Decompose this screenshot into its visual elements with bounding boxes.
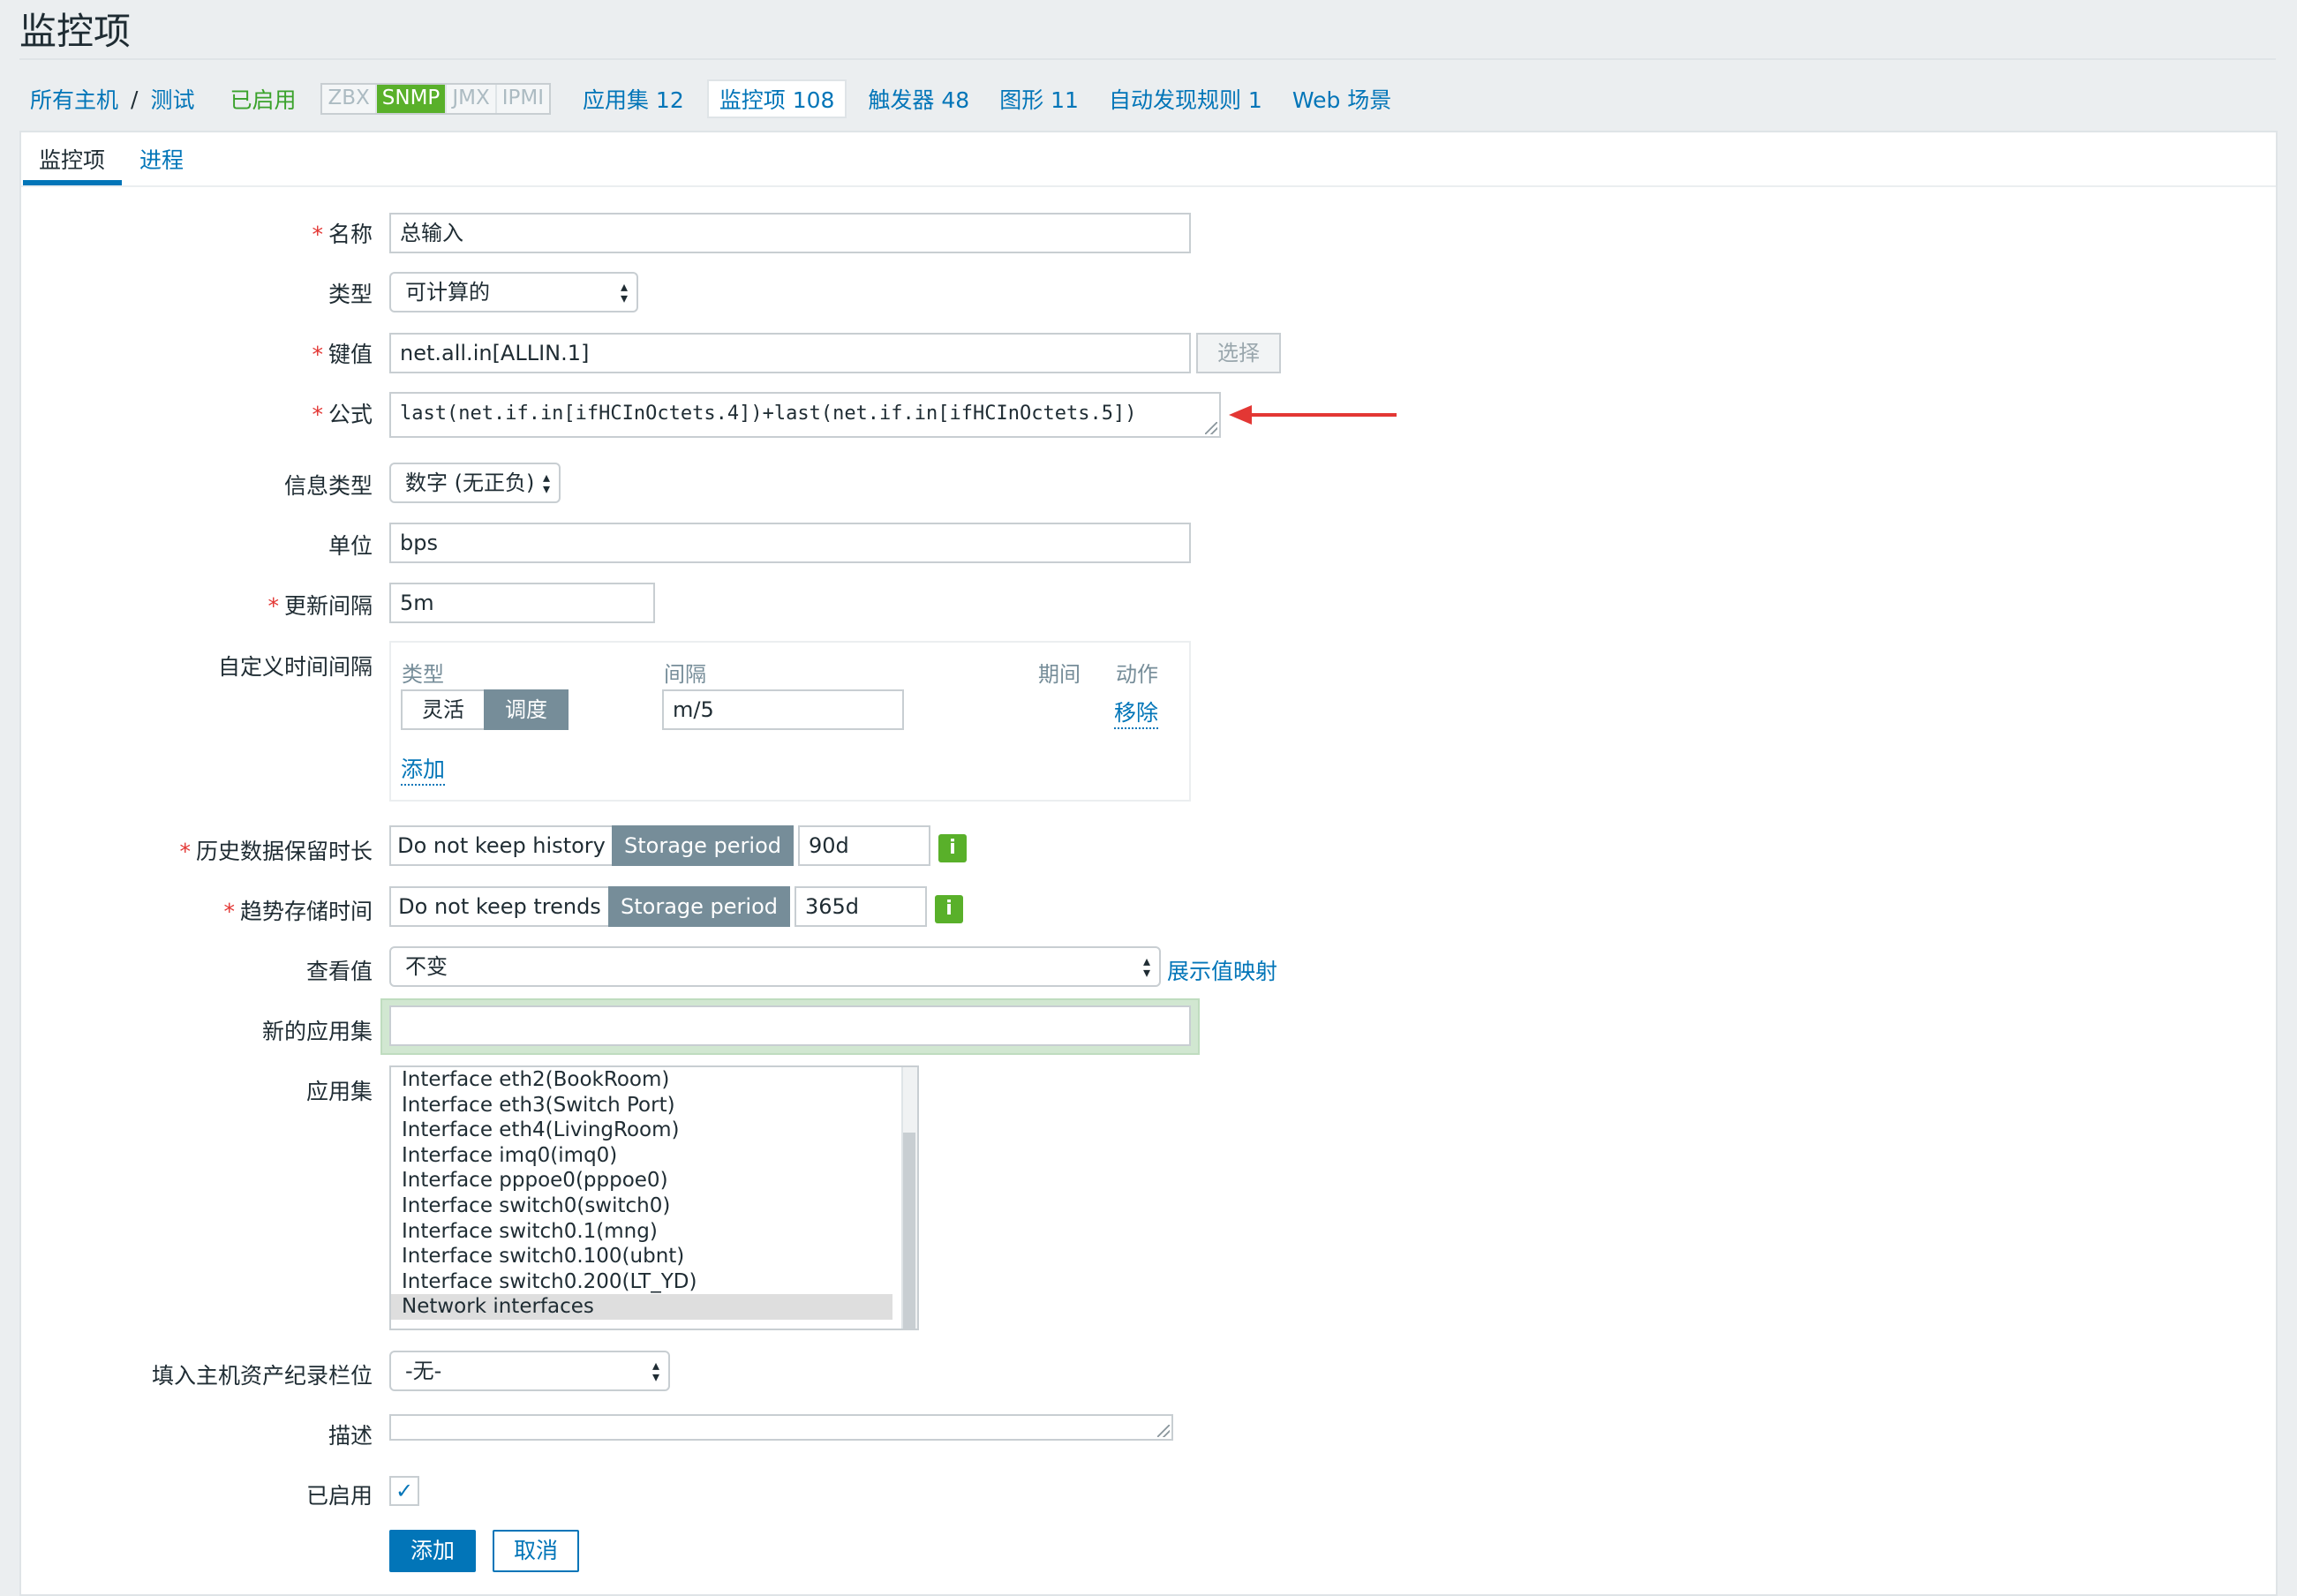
select-arrows-icon: ▴ ▾ (651, 1357, 659, 1385)
history-do-not-keep-toggle[interactable]: Do not keep history (389, 825, 614, 866)
list-item[interactable]: Interface switch0.1(mng) (391, 1219, 892, 1245)
action-header: 动作 (1116, 662, 1158, 687)
select-arrows-icon: ▴ ▾ (1142, 952, 1150, 981)
host-link[interactable]: 测试 (150, 83, 194, 115)
inventory-label: 填入主机资产纪录栏位 (151, 1363, 373, 1389)
value-mapping-link[interactable]: 展示值映射 (1167, 954, 1277, 986)
value-type-select[interactable]: 数字 (无正负) ▴ ▾ (389, 463, 561, 503)
interval-type-header: 类型 (402, 662, 444, 687)
custom-intervals-label: 自定义时间间隔 (217, 654, 373, 680)
zbx-status-badge: ZBX (322, 85, 377, 113)
items-nav-link[interactable]: 监控项 108 (706, 79, 847, 118)
checkmark-icon: ✓ (395, 1479, 414, 1503)
cancel-button[interactable]: 取消 (493, 1530, 579, 1572)
snmp-status-badge: SNMP (376, 85, 448, 113)
tab-preprocessing[interactable]: 进程 (139, 143, 184, 175)
trends-do-not-keep-toggle[interactable]: Do not keep trends (389, 886, 610, 927)
applications-label: 应用集 (305, 1079, 373, 1104)
name-label: * 名称 (312, 222, 373, 247)
trends-period-input[interactable]: 365d (795, 886, 927, 927)
graphs-nav-link[interactable]: 图形 11 (999, 83, 1079, 115)
interval-header: 间隔 (664, 662, 706, 687)
list-item[interactable]: Interface eth4(LivingRoom) (391, 1118, 892, 1143)
page-title: 监控项 (19, 10, 132, 53)
value-type-label: 信息类型 (283, 473, 373, 499)
type-label: 类型 (328, 282, 373, 307)
resize-handle-icon[interactable] (1205, 422, 1217, 434)
host-status-link[interactable]: 已启用 (230, 83, 296, 115)
history-info-icon[interactable]: i (938, 834, 967, 862)
new-application-label: 新的应用集 (261, 1019, 373, 1044)
update-interval-label: * 更新间隔 (267, 593, 373, 619)
select-key-button[interactable]: 选择 (1196, 333, 1281, 373)
scrollbar-thumb[interactable] (903, 1133, 915, 1329)
period-header: 期间 (1038, 662, 1081, 687)
add-interval-link[interactable]: 添加 (401, 752, 446, 786)
description-textarea[interactable] (389, 1414, 1173, 1441)
inventory-select[interactable]: -无- ▴ ▾ (389, 1351, 670, 1391)
history-storage-period-toggle[interactable]: Storage period (612, 825, 794, 866)
key-label: * 键值 (312, 342, 373, 367)
form-tabs: 监控项 进程 (21, 132, 2276, 187)
trends-info-icon[interactable]: i (935, 895, 963, 923)
name-input[interactable]: 总输入 (389, 213, 1191, 253)
web-scenarios-nav-link[interactable]: Web 场景 (1292, 83, 1391, 115)
all-hosts-link[interactable]: 所有主机 (30, 83, 118, 115)
enabled-label: 已启用 (305, 1483, 373, 1509)
units-label: 单位 (328, 533, 373, 559)
resize-handle-icon[interactable] (1157, 1425, 1170, 1437)
list-item[interactable]: Interface eth2(BookRoom) (391, 1067, 892, 1093)
formula-label: * 公式 (312, 402, 373, 427)
list-item[interactable]: Interface switch0.200(LT_YD) (391, 1269, 892, 1295)
select-arrows-icon: ▴ ▾ (542, 469, 550, 497)
active-tab-indicator (23, 180, 122, 185)
new-application-input[interactable] (389, 1005, 1191, 1046)
key-input[interactable]: net.all.in[ALLIN.1] (389, 333, 1191, 373)
remove-interval-link[interactable]: 移除 (1114, 696, 1159, 729)
interval-type-flexible-toggle[interactable]: 灵活 (401, 689, 486, 730)
add-button[interactable]: 添加 (389, 1530, 476, 1572)
discovery-rules-nav-link[interactable]: 自动发现规则 1 (1109, 83, 1262, 115)
history-period-input[interactable]: 90d (798, 825, 930, 866)
trends-label: * 趋势存储时间 (223, 899, 373, 924)
host-breadcrumb: 所有主机 / 测试 已启用 ZBX SNMP JMX IPMI 应用集 12 监… (30, 79, 1391, 118)
breadcrumb-separator: / (131, 86, 139, 112)
triggers-nav-link[interactable]: 触发器 48 (868, 83, 969, 115)
list-item[interactable]: Interface eth3(Switch Port) (391, 1093, 892, 1118)
enabled-checkbox[interactable]: ✓ (389, 1476, 419, 1506)
history-label: * 历史数据保留时长 (179, 839, 373, 864)
show-value-label: 查看值 (305, 959, 373, 984)
show-value-select[interactable]: 不变 ▴ ▾ (389, 946, 1161, 987)
ipmi-status-badge: IPMI (496, 85, 549, 113)
units-input[interactable]: bps (389, 523, 1191, 563)
trends-storage-period-toggle[interactable]: Storage period (608, 886, 790, 927)
listbox-scrollbar[interactable] (901, 1067, 917, 1329)
title-divider (19, 58, 2276, 60)
description-label: 描述 (328, 1423, 373, 1449)
list-item[interactable]: Interface switch0(switch0) (391, 1193, 892, 1219)
list-item-selected[interactable]: Network interfaces (391, 1294, 892, 1320)
applications-nav-link[interactable]: 应用集 12 (583, 83, 684, 115)
select-arrows-icon: ▴ ▾ (620, 278, 628, 306)
interval-type-scheduling-toggle[interactable]: 调度 (484, 689, 569, 730)
list-item[interactable]: Interface imq0(imq0) (391, 1143, 892, 1169)
type-select[interactable]: 可计算的 ▴ ▾ (389, 272, 638, 312)
list-item[interactable]: Interface switch0.100(ubnt) (391, 1244, 892, 1269)
custom-interval-input[interactable]: m/5 (662, 689, 904, 730)
applications-listbox[interactable]: Interface eth2(BookRoom) Interface eth3(… (389, 1065, 919, 1330)
formula-textarea[interactable]: last(net.if.in[ifHCInOctets.4])+last(net… (389, 392, 1221, 438)
annotation-arrow-icon (1229, 405, 1397, 425)
availability-indicators: ZBX SNMP JMX IPMI (320, 83, 551, 115)
update-interval-input[interactable]: 5m (389, 583, 655, 623)
jmx-status-badge: JMX (447, 85, 497, 113)
list-item[interactable]: Interface pppoe0(pppoe0) (391, 1168, 892, 1193)
tab-item[interactable]: 监控项 (39, 143, 105, 175)
